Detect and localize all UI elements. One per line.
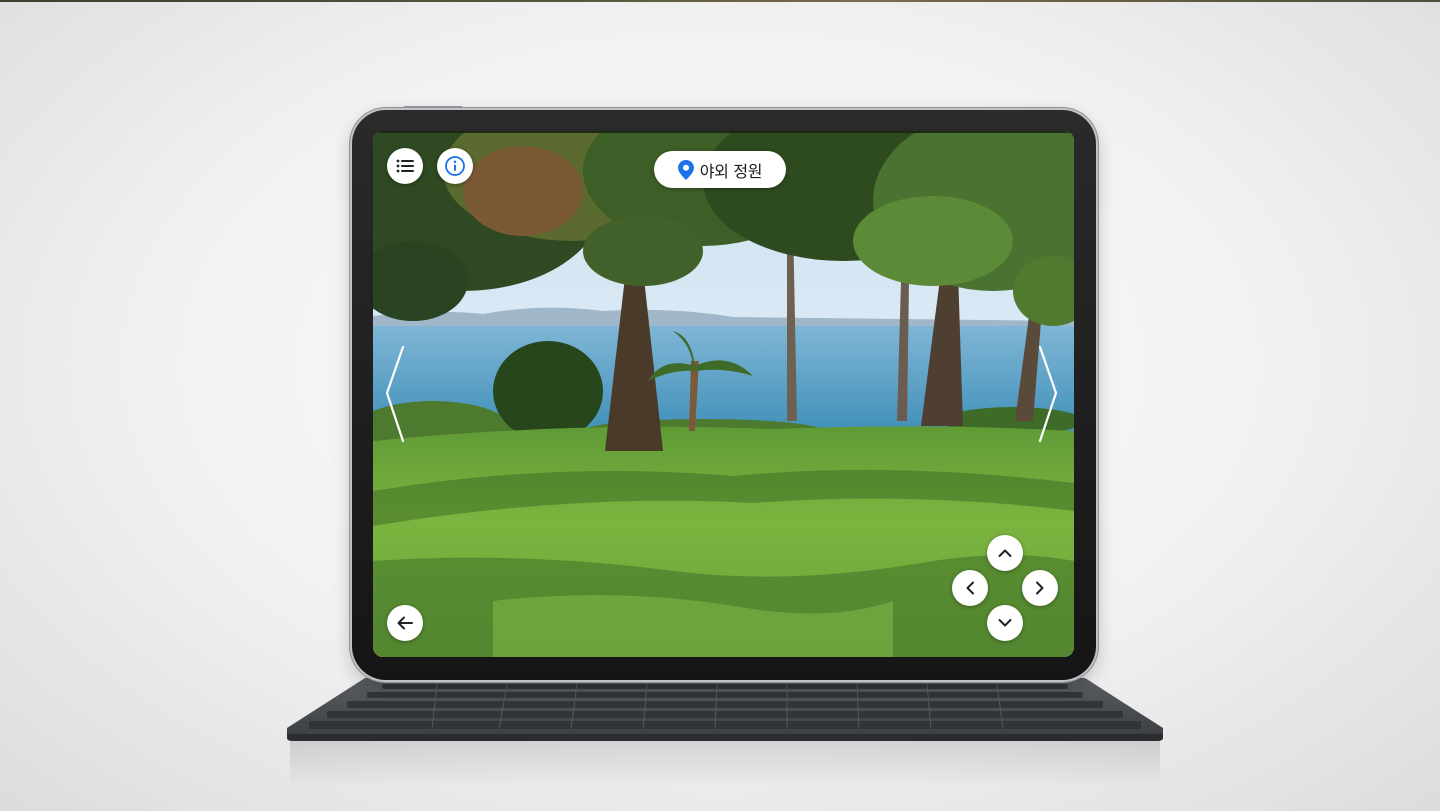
info-icon: [445, 156, 465, 176]
next-scene-button[interactable]: [1036, 345, 1060, 445]
prev-scene-button[interactable]: [383, 345, 407, 445]
pan-right-button[interactable]: [1022, 570, 1058, 606]
map-pin-icon: [677, 159, 694, 180]
location-label-pill[interactable]: 야외 정원: [654, 151, 786, 188]
keyboard-shadow: [290, 738, 1160, 788]
chevron-down-icon: [998, 619, 1012, 627]
chevron-left-icon: [966, 581, 974, 595]
arrow-left-icon: [397, 616, 413, 630]
keyboard: [287, 678, 1163, 741]
chevron-right-icon: [1036, 581, 1044, 595]
background-top-strip: [0, 0, 1440, 2]
pan-down-button[interactable]: [987, 605, 1023, 641]
info-button[interactable]: [437, 148, 473, 184]
chevron-right-thin-icon: [1038, 345, 1058, 443]
menu-button[interactable]: [387, 148, 423, 184]
chevron-up-icon: [998, 549, 1012, 557]
list-icon: [396, 159, 414, 173]
panorama-viewer[interactable]: 야외 정원: [373, 131, 1074, 657]
location-label: 야외 정원: [699, 161, 763, 181]
back-button[interactable]: [387, 605, 423, 641]
pan-up-button[interactable]: [987, 535, 1023, 571]
pan-left-button[interactable]: [952, 570, 988, 606]
chevron-left-thin-icon: [385, 345, 405, 443]
